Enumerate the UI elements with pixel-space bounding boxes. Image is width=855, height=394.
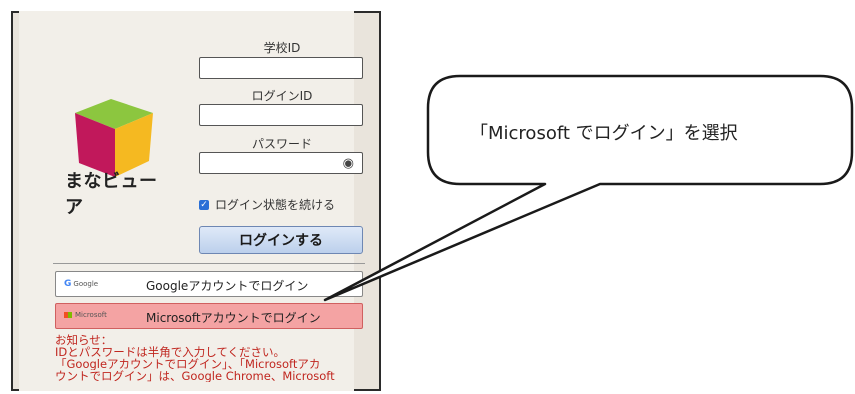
callout-bubble bbox=[323, 74, 854, 302]
callout-text: 「Microsoft でログイン」を選択 bbox=[470, 123, 738, 144]
